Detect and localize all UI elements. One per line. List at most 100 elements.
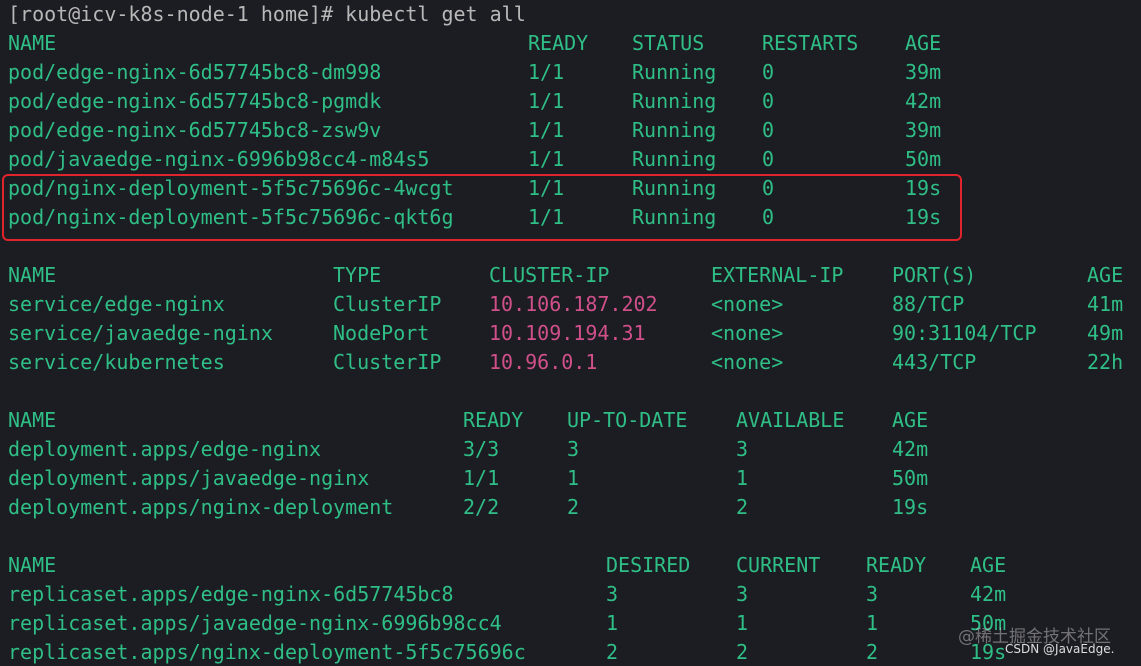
replicasets-row-2-col-3: 2	[866, 640, 879, 664]
replicasets-row-0-col-4: 42m	[970, 582, 1007, 606]
pods-row-4-col-0: pod/nginx-deployment-5f5c75696c-4wcgt	[8, 176, 454, 200]
pods-row-0-col-4: 39m	[905, 60, 942, 84]
deployments-row-1-col-0: deployment.apps/javaedge-nginx	[8, 466, 370, 490]
services-header-port-s-: PORT(S)	[892, 263, 977, 287]
pods-row-5-col-3: 0	[762, 205, 775, 229]
pods-row-4-col-1: 1/1	[528, 176, 565, 200]
services-header-name: NAME	[8, 263, 57, 287]
deployments-row-0-col-4: 42m	[892, 437, 929, 461]
services-row-0-col-2: 10.106.187.202	[489, 292, 658, 316]
services-row-2-col-4: 443/TCP	[892, 350, 977, 374]
services-row-2-col-2: 10.96.0.1	[489, 350, 598, 374]
pods-row-2-col-3: 0	[762, 118, 775, 142]
pods-row-2-col-0: pod/edge-nginx-6d57745bc8-zsw9v	[8, 118, 382, 142]
deployments-row-0-col-0: deployment.apps/edge-nginx	[8, 437, 322, 461]
pods-row-2-col-1: 1/1	[528, 118, 565, 142]
pods-row-0-col-0: pod/edge-nginx-6d57745bc8-dm998	[8, 60, 382, 84]
pods-header-age: AGE	[905, 31, 942, 55]
services-row-1-col-4: 90:31104/TCP	[892, 321, 1037, 345]
pods-row-1-col-2: Running	[632, 89, 717, 113]
services-row-0-col-0: service/edge-nginx	[8, 292, 225, 316]
pods-row-5-col-1: 1/1	[528, 205, 565, 229]
deployments-row-0-col-2: 3	[567, 437, 580, 461]
pods-row-1-col-0: pod/edge-nginx-6d57745bc8-pgmdk	[8, 89, 382, 113]
services-row-2-col-3: <none>	[711, 350, 784, 374]
services-row-2-col-0: service/kubernetes	[8, 350, 225, 374]
deployments-row-1-col-1: 1/1	[463, 466, 500, 490]
deployments-row-1-col-2: 1	[567, 466, 580, 490]
replicasets-row-1-col-3: 1	[866, 611, 879, 635]
deployments-row-2-col-1: 2/2	[463, 495, 500, 519]
terminal-prompt: [root@icv-k8s-node-1 home]# kubectl get …	[8, 2, 526, 26]
services-header-cluster-ip: CLUSTER-IP	[489, 263, 610, 287]
pods-row-2-col-4: 39m	[905, 118, 942, 142]
deployments-row-2-col-2: 2	[567, 495, 580, 519]
pods-header-restarts: RESTARTS	[762, 31, 859, 55]
pods-row-3-col-0: pod/javaedge-nginx-6996b98cc4-m84s5	[8, 147, 430, 171]
services-row-1-col-3: <none>	[711, 321, 784, 345]
terminal-window[interactable]: [root@icv-k8s-node-1 home]# kubectl get …	[0, 0, 1141, 666]
deployments-row-2-col-4: 19s	[892, 495, 929, 519]
replicasets-header-name: NAME	[8, 553, 57, 577]
services-row-0-col-5: 41m	[1087, 292, 1124, 316]
deployments-header-up-to-date: UP-TO-DATE	[567, 408, 688, 432]
deployments-row-0-col-1: 3/3	[463, 437, 500, 461]
pods-header-ready: READY	[528, 31, 589, 55]
replicasets-row-1-col-2: 1	[736, 611, 749, 635]
pods-row-1-col-4: 42m	[905, 89, 942, 113]
services-row-0-col-4: 88/TCP	[892, 292, 965, 316]
pods-row-5-col-0: pod/nginx-deployment-5f5c75696c-qkt6g	[8, 205, 454, 229]
deployments-header-ready: READY	[463, 408, 524, 432]
services-row-1-col-5: 49m	[1087, 321, 1124, 345]
services-row-0-col-1: ClusterIP	[333, 292, 442, 316]
pods-row-3-col-2: Running	[632, 147, 717, 171]
deployments-header-available: AVAILABLE	[736, 408, 845, 432]
pods-row-1-col-1: 1/1	[528, 89, 565, 113]
services-header-age: AGE	[1087, 263, 1124, 287]
pods-row-1-col-3: 0	[762, 89, 775, 113]
replicasets-row-0-col-0: replicaset.apps/edge-nginx-6d57745bc8	[8, 582, 454, 606]
services-row-2-col-1: ClusterIP	[333, 350, 442, 374]
services-row-1-col-2: 10.109.194.31	[489, 321, 646, 345]
pods-row-5-col-4: 19s	[905, 205, 942, 229]
pods-row-3-col-4: 50m	[905, 147, 942, 171]
replicasets-row-0-col-1: 3	[606, 582, 619, 606]
pods-row-0-col-3: 0	[762, 60, 775, 84]
deployments-row-2-col-0: deployment.apps/nginx-deployment	[8, 495, 394, 519]
pods-header-status: STATUS	[632, 31, 705, 55]
replicasets-row-0-col-2: 3	[736, 582, 749, 606]
replicasets-row-2-col-0: replicaset.apps/nginx-deployment-5f5c756…	[8, 640, 526, 664]
pods-row-3-col-3: 0	[762, 147, 775, 171]
replicasets-row-1-col-0: replicaset.apps/javaedge-nginx-6996b98cc…	[8, 611, 502, 635]
replicasets-row-0-col-3: 3	[866, 582, 879, 606]
replicasets-header-age: AGE	[970, 553, 1007, 577]
replicasets-row-1-col-1: 1	[606, 611, 619, 635]
pods-row-2-col-2: Running	[632, 118, 717, 142]
pods-row-4-col-4: 19s	[905, 176, 942, 200]
deployments-row-1-col-4: 50m	[892, 466, 929, 490]
deployments-row-1-col-3: 1	[736, 466, 749, 490]
replicasets-header-desired: DESIRED	[606, 553, 691, 577]
services-row-0-col-3: <none>	[711, 292, 784, 316]
pods-header-name: NAME	[8, 31, 57, 55]
deployments-row-2-col-3: 2	[736, 495, 749, 519]
replicasets-row-2-col-1: 2	[606, 640, 619, 664]
pods-row-4-col-2: Running	[632, 176, 717, 200]
replicasets-header-ready: READY	[866, 553, 927, 577]
replicasets-row-2-col-2: 2	[736, 640, 749, 664]
services-row-1-col-0: service/javaedge-nginx	[8, 321, 273, 345]
replicasets-header-current: CURRENT	[736, 553, 821, 577]
deployments-header-age: AGE	[892, 408, 929, 432]
deployments-row-0-col-3: 3	[736, 437, 749, 461]
pods-row-0-col-1: 1/1	[528, 60, 565, 84]
pods-row-0-col-2: Running	[632, 60, 717, 84]
pods-row-3-col-1: 1/1	[528, 147, 565, 171]
watermark-credit: CSDN @JavaEdge.	[1005, 642, 1115, 656]
services-header-type: TYPE	[333, 263, 382, 287]
deployments-header-name: NAME	[8, 408, 57, 432]
services-row-1-col-1: NodePort	[333, 321, 430, 345]
services-header-external-ip: EXTERNAL-IP	[711, 263, 844, 287]
pods-row-5-col-2: Running	[632, 205, 717, 229]
services-row-2-col-5: 22h	[1087, 350, 1124, 374]
pods-row-4-col-3: 0	[762, 176, 775, 200]
